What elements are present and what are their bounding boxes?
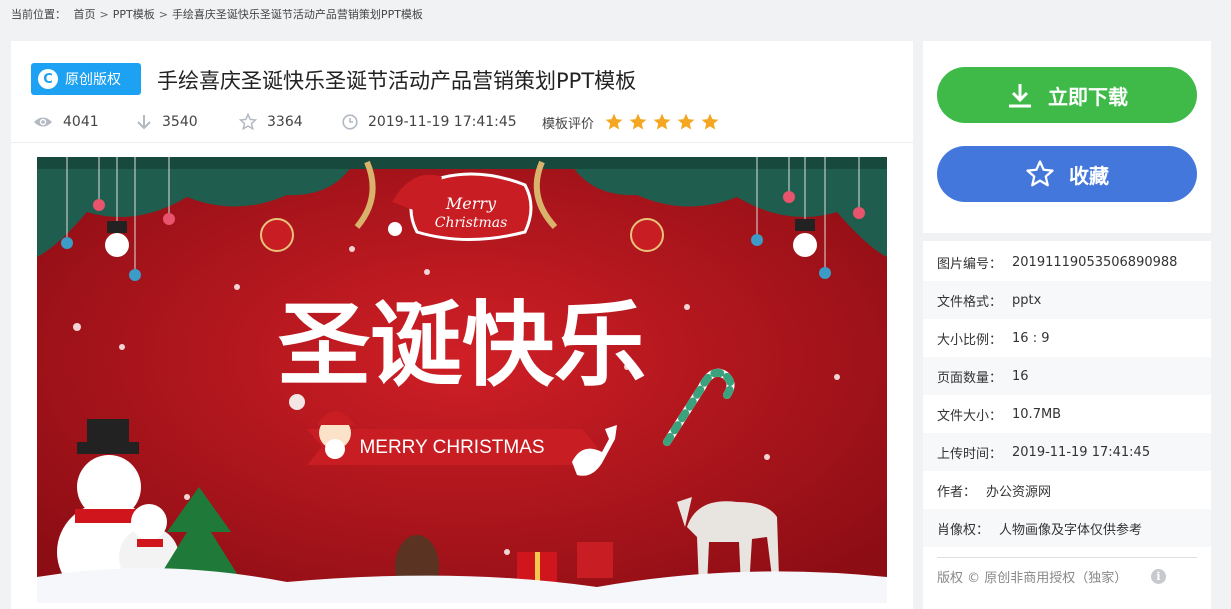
breadcrumb-current[interactable]: 手绘喜庆圣诞快乐圣诞节活动产品营销策划PPT模板	[172, 8, 423, 21]
info-key: 作者：	[937, 484, 977, 500]
download-label: 立即下载	[1048, 84, 1128, 109]
info-key: 页面数量：	[937, 370, 1003, 386]
rating-stars[interactable]	[604, 112, 724, 132]
info-value: 人物画像及字体仅供参考	[999, 522, 1143, 538]
breadcrumb-separator: >	[99, 8, 109, 21]
info-icon[interactable]: i	[1151, 569, 1166, 584]
copyright-c-icon: C	[38, 69, 58, 89]
favorites-stat: 3364	[239, 113, 342, 131]
sign-text-merry: Merry	[445, 194, 497, 213]
downloads-count: 3540	[162, 114, 198, 130]
star-icon[interactable]	[628, 112, 648, 132]
template-preview-image[interactable]: Merry Christmas 圣诞快乐 MERRY CHRISTMAS	[37, 157, 887, 603]
preview-sub-text: MERRY CHRISTMAS	[359, 437, 544, 458]
page-title: 手绘喜庆圣诞快乐圣诞节活动产品营销策划PPT模板	[157, 69, 637, 93]
favorite-label: 收藏	[1069, 163, 1109, 188]
star-icon[interactable]	[700, 112, 720, 132]
info-row-file-format: 文件格式： pptx	[923, 281, 1211, 319]
star-icon[interactable]	[676, 112, 696, 132]
rating-label: 模板评价	[542, 116, 595, 132]
eye-icon	[34, 117, 52, 127]
info-key: 上传时间：	[937, 446, 1003, 462]
upload-time: 2019-11-19 17:41:45	[368, 114, 517, 130]
info-value: 16	[1012, 368, 1029, 384]
info-value: 10.7MB	[1012, 406, 1062, 422]
info-value: pptx	[1012, 292, 1042, 308]
downloads-stat: 3540	[136, 114, 239, 130]
info-key: 肖像权：	[937, 522, 990, 538]
info-key: 文件大小：	[937, 408, 1003, 424]
original-copyright-badge: C 原创版权	[31, 63, 141, 95]
info-value: 16 : 9	[1012, 330, 1050, 346]
info-value: 2019-11-19 17:41:45	[1012, 444, 1151, 460]
stats-bar: 4041 3540 3364 2019-11-19 17:41:45 模板评价	[33, 110, 724, 134]
rating: 模板评价	[542, 112, 724, 132]
preview-main-text: 圣诞快乐	[278, 295, 646, 397]
info-divider	[937, 557, 1197, 558]
favorite-button[interactable]: 收藏	[937, 146, 1197, 202]
info-value[interactable]: 办公资源网	[986, 481, 1051, 500]
info-row-portrait-rights: 肖像权： 人物画像及字体仅供参考	[923, 509, 1211, 547]
star-icon[interactable]	[652, 112, 672, 132]
info-row-aspect-ratio: 大小比例： 16 : 9	[923, 319, 1211, 357]
star-outline-icon	[239, 113, 257, 131]
info-row-image-id: 图片编号： 20191119053506890988	[923, 243, 1211, 281]
copyright-text: 版权 © 原创非商用授权（独家）	[937, 571, 1128, 586]
breadcrumb: 当前位置： 首页 > PPT模板 > 手绘喜庆圣诞快乐圣诞节活动产品营销策划PPT模板	[11, 6, 423, 22]
breadcrumb-separator: >	[158, 8, 168, 21]
breadcrumb-prefix: 当前位置：	[11, 8, 66, 21]
sign-text-christmas: Christmas	[435, 215, 508, 231]
info-row-upload-time: 上传时间： 2019-11-19 17:41:45	[923, 433, 1211, 471]
badge-label: 原创版权	[65, 72, 121, 88]
star-outline-icon	[1026, 160, 1054, 187]
info-row-page-count: 页面数量： 16	[923, 357, 1211, 395]
download-icon	[1009, 84, 1031, 108]
info-value: 20191119053506890988	[1012, 254, 1178, 270]
clock-icon	[342, 114, 358, 130]
breadcrumb-home[interactable]: 首页	[74, 8, 96, 21]
download-arrow-icon	[137, 115, 151, 130]
info-key: 大小比例：	[937, 332, 1003, 348]
info-row-file-size: 文件大小： 10.7MB	[923, 395, 1211, 433]
star-icon[interactable]	[604, 112, 624, 132]
views-stat: 4041	[33, 114, 136, 130]
main-panel: C 原创版权 手绘喜庆圣诞快乐圣诞节活动产品营销策划PPT模板 4041 354…	[11, 41, 913, 609]
breadcrumb-category[interactable]: PPT模板	[113, 8, 155, 21]
header-divider	[11, 142, 913, 143]
info-key: 文件格式：	[937, 294, 1003, 310]
info-key: 图片编号：	[937, 256, 1003, 272]
favorites-count: 3364	[267, 114, 303, 130]
info-row-author: 作者： 办公资源网	[923, 471, 1211, 509]
action-panel: 立即下载 收藏	[923, 41, 1211, 233]
file-info-panel: 图片编号： 20191119053506890988 文件格式： pptx 大小比例…	[923, 241, 1211, 609]
download-button[interactable]: 立即下载	[937, 67, 1197, 123]
upload-time-stat: 2019-11-19 17:41:45	[342, 114, 542, 130]
views-count: 4041	[63, 114, 99, 130]
